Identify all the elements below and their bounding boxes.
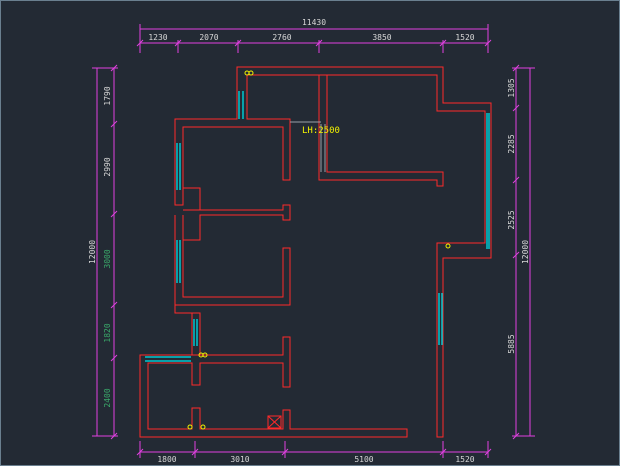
floor-plan-drawing: 11430 1230 2070 2760 3850 1520 1800 3010… (0, 0, 620, 466)
top-dim-seg-3: 2760 (272, 33, 291, 42)
bottom-dim-seg-3: 5100 (354, 455, 373, 464)
drawing-background (0, 0, 620, 466)
left-dim-seg-5: 2400 (103, 388, 112, 407)
right-overall-dim-text: 12000 (521, 240, 530, 264)
ceiling-height-note: LH:2500 (302, 126, 340, 136)
bottom-dim-seg-4: 1520 (455, 455, 474, 464)
right-dim-seg-1: 1305 (507, 78, 516, 97)
left-overall-dim-text: 12000 (88, 240, 97, 264)
left-dim-seg-2: 2990 (103, 157, 112, 176)
left-dim-seg-4: 1820 (103, 323, 112, 342)
right-dim-seg-4: 5885 (507, 334, 516, 353)
right-dim-seg-2: 2285 (507, 134, 516, 153)
left-dim-seg-1: 1790 (103, 86, 112, 105)
bottom-dim-seg-2: 3010 (230, 455, 249, 464)
top-dim-seg-5: 1520 (455, 33, 474, 42)
top-dim-seg-1: 1230 (148, 33, 167, 42)
top-dim-seg-4: 3850 (372, 33, 391, 42)
right-dim-seg-3: 2525 (507, 210, 516, 229)
left-dim-seg-3: 3000 (103, 249, 112, 268)
bottom-dim-seg-1: 1800 (157, 455, 176, 464)
top-overall-dim-text: 11430 (302, 18, 326, 27)
top-dim-seg-2: 2070 (199, 33, 218, 42)
